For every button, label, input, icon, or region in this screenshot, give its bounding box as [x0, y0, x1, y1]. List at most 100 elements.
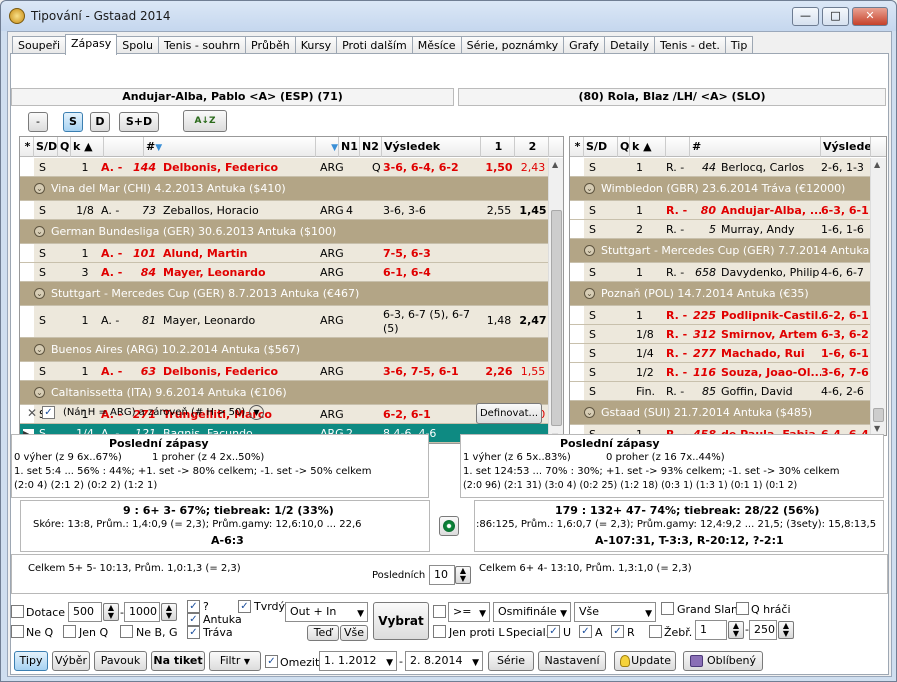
match-row[interactable]: S 1 R. -225 Podlipnik-Castil... 6-2, 6-1	[570, 306, 886, 325]
zebr-to-input[interactable]: 250	[749, 620, 777, 640]
header-sd[interactable]: S/D	[584, 137, 618, 157]
sort-az-icon[interactable]: A↓Z	[183, 110, 227, 132]
omezit-checkbox[interactable]: ✓	[265, 655, 278, 668]
left-scroll-thumb[interactable]	[551, 210, 562, 426]
right-grid-scrollbar[interactable]: ▲ ▼	[870, 158, 886, 435]
serie-button[interactable]: Série	[488, 651, 534, 671]
header-odds-2[interactable]: 2	[515, 137, 549, 157]
row-selector[interactable]	[570, 263, 584, 281]
tournament-group-row[interactable]: ⌄ Vina del Mar (CHI) 4.2.2013 Antuka ($41…	[20, 177, 563, 201]
right-scroll-thumb[interactable]	[873, 408, 884, 422]
row-selector[interactable]	[570, 220, 584, 238]
special-a-checkbox[interactable]: ✓	[579, 625, 592, 638]
zebr-from-spinner[interactable]: ▲ ▼	[728, 621, 744, 639]
header-result[interactable]: Výsledek	[382, 137, 481, 157]
row-selector[interactable]	[570, 344, 584, 362]
tournament-group-row[interactable]: ⌄ Stuttgart - Mercedes Cup (GER) 7.7.2014…	[570, 239, 886, 263]
match-row[interactable]: S 1 A. -144 Delbonis, Federico ARG Q 3-6, 6-4,…	[20, 158, 563, 177]
row-selector[interactable]	[20, 306, 34, 337]
match-row[interactable]: S 1/4 R. -277 Machado, Rui 1-6, 6-1	[570, 344, 886, 363]
tournament-group-row[interactable]: ⌄ German Bundesliga (GER) 30.6.2013 Antuk…	[20, 220, 563, 244]
header-n2[interactable]: N2	[360, 137, 382, 157]
tournament-group-row[interactable]: ⌄ Wimbledon (GBR) 23.6.2014 Tráva (€12000…	[570, 177, 886, 201]
ted-button[interactable]: Teď	[307, 625, 339, 641]
tvrdy-checkbox[interactable]: ✓	[238, 600, 251, 613]
filter-enabled-checkbox[interactable]: ✓	[42, 406, 55, 419]
collapse-icon[interactable]: ⌄	[584, 288, 595, 299]
singles-doubles-button[interactable]: S+D	[119, 112, 159, 132]
match-row[interactable]: S 1 R. -44 Berlocq, Carlos 2-6, 1-3	[570, 158, 886, 177]
match-row[interactable]: S 1 R. -658 Davydenko, Philip 4-6, 6-7	[570, 263, 886, 282]
close-button[interactable]: ✕	[852, 7, 888, 26]
header-num[interactable]: #	[690, 137, 821, 157]
row-selector[interactable]	[20, 201, 34, 219]
collapse-icon[interactable]: ⌄	[34, 344, 45, 355]
tournament-group-row[interactable]: ⌄ Buenos Aires (ARG) 10.2.2014 Antuka ($5…	[20, 338, 563, 362]
match-row[interactable]: S 1 R. -80 Andujar-Alba, ... 6-3, 6-1	[570, 201, 886, 220]
scroll-down-icon[interactable]: ▼	[874, 424, 880, 433]
jen-q-checkbox[interactable]	[63, 625, 76, 638]
row-selector[interactable]	[570, 158, 584, 176]
match-row[interactable]: S 1 A. - 63 Delbonis, Federico ARG 3-6, 7-5, 6…	[20, 362, 563, 381]
category-select[interactable]: Vše ▼	[574, 602, 656, 622]
header-num[interactable]: #▼	[144, 137, 316, 157]
grand-slam-checkbox[interactable]	[661, 602, 674, 615]
antuka-checkbox[interactable]: ✓	[187, 613, 200, 626]
row-selector[interactable]	[570, 306, 584, 324]
collapse-icon[interactable]: ⌄	[34, 387, 45, 398]
match-row[interactable]: S 1/8 A. -73 Zeballos, Horacio ARG 4 3-6, 3-6 2…	[20, 201, 563, 220]
vse-button[interactable]: Vše	[340, 625, 368, 641]
collapse-icon[interactable]: ⌄	[584, 407, 595, 418]
match-row[interactable]: S 1/8 R. -312 Smirnov, Artem 6-3, 6-2	[570, 325, 886, 344]
match-row[interactable]: S 1 A. - 101 Alund, Martin ARG 7-5, 6-3	[20, 244, 563, 263]
recent-count-spinner[interactable]: ▲ ▼	[455, 566, 471, 584]
tournament-group-row[interactable]: ⌄ Gstaad (SUI) 21.7.2014 Antuka ($485)	[570, 401, 886, 425]
match-row[interactable]: S 3 A. - 84 Mayer, Leonardo ARG 6-1, 6-4	[20, 263, 563, 282]
match-row[interactable]: S 2 R. -5 Murray, Andy 1-6, 1-6	[570, 220, 886, 239]
row-selector[interactable]	[570, 201, 584, 219]
header-n1[interactable]: N1	[339, 137, 360, 157]
tournament-group-row[interactable]: ⌄ Caltanissetta (ITA) 9.6.2014 Antuka (€1…	[20, 381, 563, 405]
vyber-button[interactable]: Výběr	[52, 651, 90, 671]
nastaveni-button[interactable]: Nastavení	[538, 651, 606, 671]
header-k[interactable]: k ▲	[71, 137, 104, 157]
recent-count-input[interactable]: 10	[429, 565, 455, 585]
q-hraci-checkbox[interactable]	[736, 602, 749, 615]
tournament-group-row[interactable]: ⌄ Stuttgart - Mercedes Cup (GER) 8.7.2013…	[20, 282, 563, 306]
collapse-icon[interactable]: ⌄	[34, 183, 45, 194]
maximize-button[interactable]: □	[822, 7, 849, 26]
row-selector[interactable]	[570, 325, 584, 343]
collapse-icon[interactable]: ⌄	[584, 245, 595, 256]
match-row[interactable]: S 1 A. - 81 Mayer, Leonardo ARG 6-3, 6-7 (5), …	[20, 306, 563, 338]
tipy-button[interactable]: Tipy	[14, 651, 48, 671]
tab-zápasy[interactable]: Zápasy	[65, 34, 118, 55]
na-tiket-button[interactable]: Na tiket	[151, 651, 205, 671]
compare-operator-select[interactable]: >= ▼	[448, 602, 490, 622]
date-from-picker[interactable]: 1. 1.2012 ▼	[319, 651, 397, 671]
minimize-button[interactable]: —	[792, 7, 819, 26]
dotace-to-input[interactable]: 1000	[124, 602, 160, 622]
scroll-up-icon[interactable]: ▲	[874, 160, 880, 169]
scroll-up-icon[interactable]: ▲	[552, 160, 558, 169]
row-selector[interactable]	[570, 382, 584, 400]
pavouk-button[interactable]: Pavouk	[94, 651, 147, 671]
header-sd[interactable]: S/D	[34, 137, 58, 157]
doubles-button[interactable]: D	[90, 112, 110, 132]
update-button[interactable]: Update	[614, 651, 676, 671]
row-selector[interactable]	[20, 158, 34, 176]
row-selector[interactable]	[20, 263, 34, 281]
compare-checkbox[interactable]	[433, 605, 446, 618]
oblibeny-button[interactable]: Oblíbený	[683, 651, 763, 671]
row-selector[interactable]	[20, 244, 34, 262]
filtr-button[interactable]: Filtr ▼	[209, 651, 261, 671]
surface-unknown-checkbox[interactable]: ✓	[187, 600, 200, 613]
filter-close-icon[interactable]: ✕	[27, 406, 37, 420]
date-to-picker[interactable]: 2. 8.2014 ▼	[405, 651, 483, 671]
left-grid-scrollbar[interactable]: ▲ ▼	[548, 158, 563, 443]
jen-proti-checkbox[interactable]	[433, 625, 446, 638]
trava-checkbox[interactable]: ✓	[187, 626, 200, 639]
zebr-from-input[interactable]: 1	[695, 620, 727, 640]
header-result[interactable]: Výsledek	[821, 137, 871, 157]
special-u-checkbox[interactable]: ✓	[547, 625, 560, 638]
header-k[interactable]: k ▲	[630, 137, 666, 157]
